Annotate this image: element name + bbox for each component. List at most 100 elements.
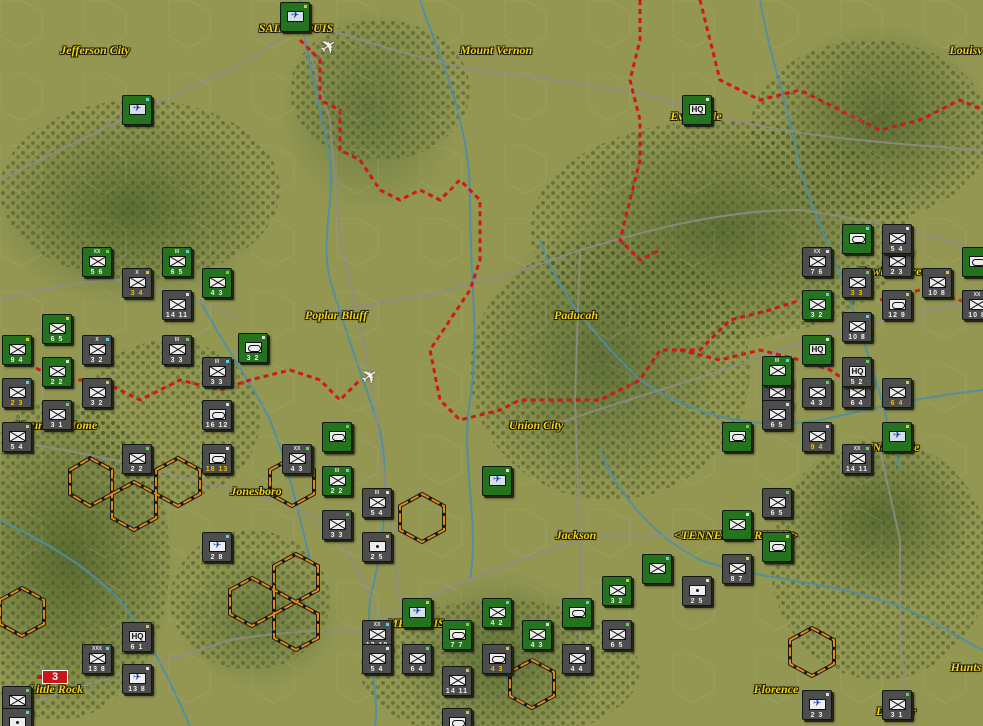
unit-counter[interactable]: [122, 95, 152, 125]
unit-status-marker: [706, 98, 709, 101]
unit-counter[interactable]: 6 5: [602, 620, 632, 650]
unit-counter[interactable]: 3 2: [802, 290, 832, 320]
unit-counter[interactable]: X3 4: [122, 268, 152, 298]
unit-counter[interactable]: 16 12: [202, 400, 232, 430]
strategic-map[interactable]: ✈ ✈ SAINT LOUIS Jefferson City Mount Verno…: [0, 0, 983, 726]
unit-counter[interactable]: [962, 247, 983, 277]
unit-counter[interactable]: III 5 4: [362, 488, 392, 518]
unit-counter[interactable]: [482, 466, 512, 496]
unit-counter[interactable]: 2 3: [802, 690, 832, 720]
unit-counter[interactable]: 3 3: [322, 510, 352, 540]
aviation-icon: [489, 475, 506, 486]
unit-counter[interactable]: 2 5: [362, 532, 392, 562]
unit-counter[interactable]: III 6 5: [162, 247, 192, 277]
unit-counter[interactable]: HQ: [682, 95, 712, 125]
unit-counter[interactable]: [882, 422, 912, 452]
unit-size-label: XX: [973, 292, 981, 298]
unit-counter[interactable]: [722, 510, 752, 540]
unit-counter[interactable]: [442, 708, 472, 726]
unit-counter[interactable]: 2 2: [42, 357, 72, 387]
unit-counter[interactable]: XXX 13 8: [82, 644, 112, 674]
infantry-icon: [369, 629, 386, 640]
unit-status-marker: [26, 338, 29, 341]
unit-counter[interactable]: 2 3: [2, 378, 32, 408]
unit-counter[interactable]: 5 4: [2, 422, 32, 452]
unit-counter[interactable]: XX 14 11: [842, 444, 872, 474]
unit-status-marker: [546, 623, 549, 626]
unit-counter[interactable]: X3 2: [82, 335, 112, 365]
infantry-icon: [329, 519, 346, 530]
unit-counter[interactable]: [562, 598, 592, 628]
unit-counter[interactable]: 3 1: [882, 690, 912, 720]
unit-counter[interactable]: HQ: [802, 335, 832, 365]
infantry-icon: [969, 299, 983, 310]
unit-counter[interactable]: 7 7: [442, 620, 472, 650]
unit-counter[interactable]: 4 4: [562, 644, 592, 674]
unit-counter[interactable]: XX 4 3: [282, 444, 312, 474]
unit-counter[interactable]: [722, 422, 752, 452]
unit-counter[interactable]: [762, 532, 792, 562]
unit-counter[interactable]: 6 4: [882, 378, 912, 408]
unit-counter[interactable]: 4 3: [482, 644, 512, 674]
unit-counter[interactable]: [2, 708, 32, 726]
unit-counter[interactable]: 6 4: [402, 644, 432, 674]
unit-counter[interactable]: III: [762, 356, 792, 386]
unit-counter[interactable]: 4 3: [522, 620, 552, 650]
unit-counter[interactable]: HQ 5 2: [842, 357, 872, 387]
city-label: Jackson: [555, 528, 597, 542]
unit-counter[interactable]: 14 11: [162, 290, 192, 320]
unit-counter[interactable]: 3 3: [842, 268, 872, 298]
unit-counter[interactable]: 3 2: [602, 576, 632, 606]
unit-counter[interactable]: 3 2: [238, 333, 268, 363]
unit-counter[interactable]: III 3 3: [202, 357, 232, 387]
unit-strength-label: 6 4: [850, 400, 864, 407]
unit-counter[interactable]: XX 5 6: [82, 247, 112, 277]
stack-count-badge[interactable]: 3: [37, 670, 68, 684]
unit-strength-label: 3 3: [850, 290, 864, 297]
unit-status-marker: [146, 447, 149, 450]
unit-counter[interactable]: 3 1: [42, 400, 72, 430]
unit-counter[interactable]: 4 2: [482, 598, 512, 628]
unit-counter[interactable]: 8 7: [722, 554, 752, 584]
unit-counter[interactable]: 5 4: [882, 224, 912, 254]
unit-counter[interactable]: 4 3: [202, 268, 232, 298]
unit-counter[interactable]: 10 8: [842, 312, 872, 342]
unit-counter[interactable]: III 3 3: [162, 335, 192, 365]
unit-counter[interactable]: [842, 224, 872, 254]
unit-counter[interactable]: 4 3: [802, 378, 832, 408]
unit-strength-label: 2 3: [810, 712, 824, 719]
unit-status-marker: [386, 491, 389, 494]
unit-counter[interactable]: 5 4: [362, 644, 392, 674]
unit-counter[interactable]: 18 13: [202, 444, 232, 474]
unit-counter[interactable]: III 2 2: [322, 466, 352, 496]
unit-strength-label: 5 6: [90, 269, 104, 276]
unit-counter[interactable]: 6 5: [762, 400, 792, 430]
unit-counter[interactable]: 13 8: [122, 664, 152, 694]
unit-counter[interactable]: 2 5: [682, 576, 712, 606]
unit-counter[interactable]: XX 7 6: [802, 247, 832, 277]
unit-strength-label: 4 3: [490, 666, 504, 673]
unit-strength-label: 14 11: [165, 312, 189, 319]
unit-status-marker: [226, 271, 229, 274]
infantry-icon: [209, 277, 226, 288]
infantry-icon: [489, 607, 506, 618]
unit-strength-label: 7 7: [450, 642, 464, 649]
unit-counter[interactable]: 14 11: [442, 666, 472, 696]
unit-counter[interactable]: 9 4: [2, 335, 32, 365]
unit-counter[interactable]: [280, 2, 310, 32]
unit-counter[interactable]: HQ 6 1: [122, 622, 152, 652]
unit-counter[interactable]: 9 4: [802, 422, 832, 452]
unit-counter[interactable]: 2 8: [202, 532, 232, 562]
unit-counter[interactable]: [642, 554, 672, 584]
unit-status-marker: [866, 447, 869, 450]
unit-counter[interactable]: 6 5: [762, 488, 792, 518]
unit-counter[interactable]: [322, 422, 352, 452]
unit-counter[interactable]: 6 5: [42, 314, 72, 344]
unit-counter[interactable]: [402, 598, 432, 628]
unit-counter[interactable]: 3 2: [82, 378, 112, 408]
unit-counter[interactable]: 2 2: [122, 444, 152, 474]
unit-counter[interactable]: XX 10 8: [962, 290, 983, 320]
unit-status-marker: [66, 360, 69, 363]
unit-counter[interactable]: 12 9: [882, 290, 912, 320]
unit-counter[interactable]: 10 8: [922, 268, 952, 298]
